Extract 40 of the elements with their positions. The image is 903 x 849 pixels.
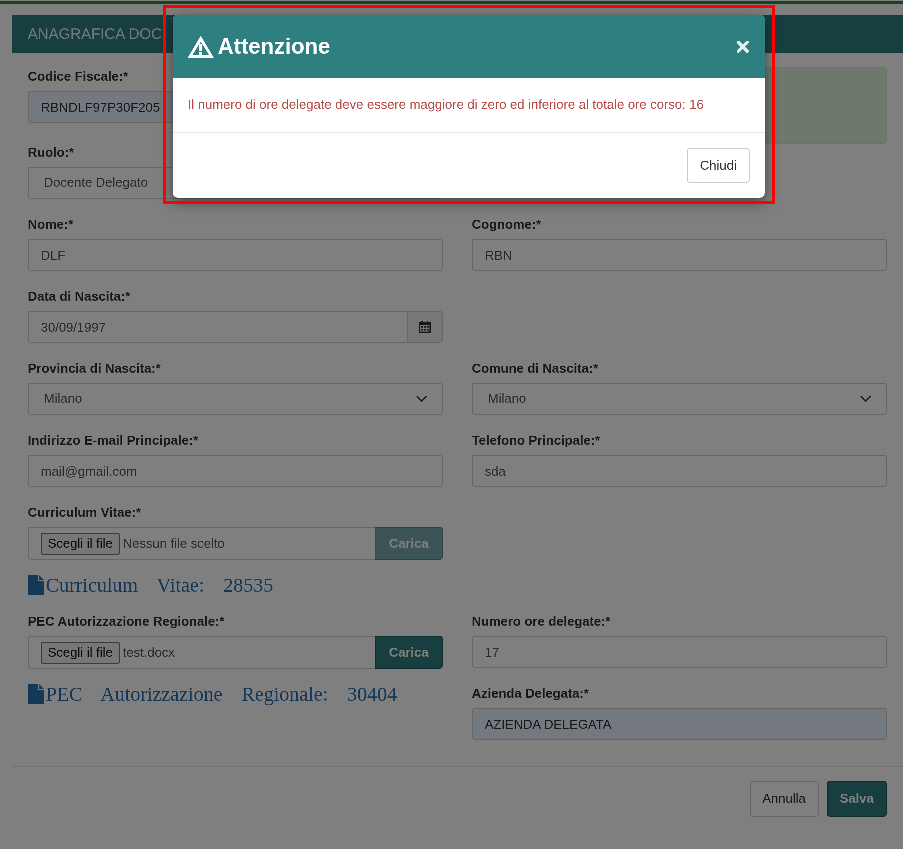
upload-button[interactable]: Carica (375, 636, 443, 669)
document-link[interactable]: PEC Autorizzazione Regionale: 30404 (28, 679, 398, 709)
file-field[interactable]: Scegli il file test.docx Carica (28, 636, 443, 669)
select-field[interactable]: Milano (28, 383, 443, 415)
calendar-icon (419, 321, 432, 333)
close-icon[interactable] (737, 40, 749, 52)
file-icon (28, 575, 44, 595)
field-label: Numero ore delegate:* (472, 613, 612, 630)
text-field[interactable]: DLF (28, 239, 443, 271)
calendar-button[interactable] (408, 311, 443, 343)
cancel-button[interactable]: Annulla (750, 781, 820, 816)
field-label: PEC Autorizzazione Regionale:* (28, 613, 226, 630)
save-button[interactable]: Salva (827, 781, 887, 816)
file-icon (28, 684, 44, 704)
field-label: Data di Nascita:* (28, 288, 132, 305)
warning-icon (187, 34, 215, 58)
text-field[interactable]: AZIENDA DELEGATA (472, 708, 887, 740)
text-field[interactable]: mail@gmail.com (28, 455, 443, 487)
date-field[interactable]: 30/09/1997 (28, 311, 408, 343)
alert-message: Il numero di ore delegate deve essere maggiore di zero ed inferiore al totale ore corso: 16 (188, 97, 704, 112)
close-button[interactable]: Chiudi (687, 148, 750, 183)
field-label: Ruolo:* (28, 144, 76, 161)
field-label: Indirizzo E-mail Principale:* (28, 432, 200, 449)
field-label: Nome:* (28, 216, 75, 233)
alert-title: Attenzione (187, 30, 330, 63)
file-name: Nessun file scelto (123, 534, 225, 553)
field-label: Telefono Principale:* (472, 432, 602, 449)
field-label: Provincia di Nascita:* (28, 360, 162, 377)
field-label: Codice Fiscale:* (28, 68, 130, 85)
choose-file-button[interactable]: Scegli il file (41, 642, 120, 664)
field-label: Comune di Nascita:* (472, 360, 600, 377)
field-label: Azienda Delegata:* (472, 685, 590, 702)
file-name: test.docx (123, 644, 176, 662)
dialog-title: ANAGRAFICA DOC (28, 26, 162, 43)
text-field[interactable]: 17 (472, 636, 887, 668)
select-field[interactable]: Milano (472, 383, 887, 415)
text-field[interactable]: RBN (472, 239, 887, 271)
field-label: Cognome:* (472, 216, 542, 233)
field-label: Curriculum Vitae:* (28, 504, 142, 521)
text-field[interactable]: sda (472, 455, 887, 487)
